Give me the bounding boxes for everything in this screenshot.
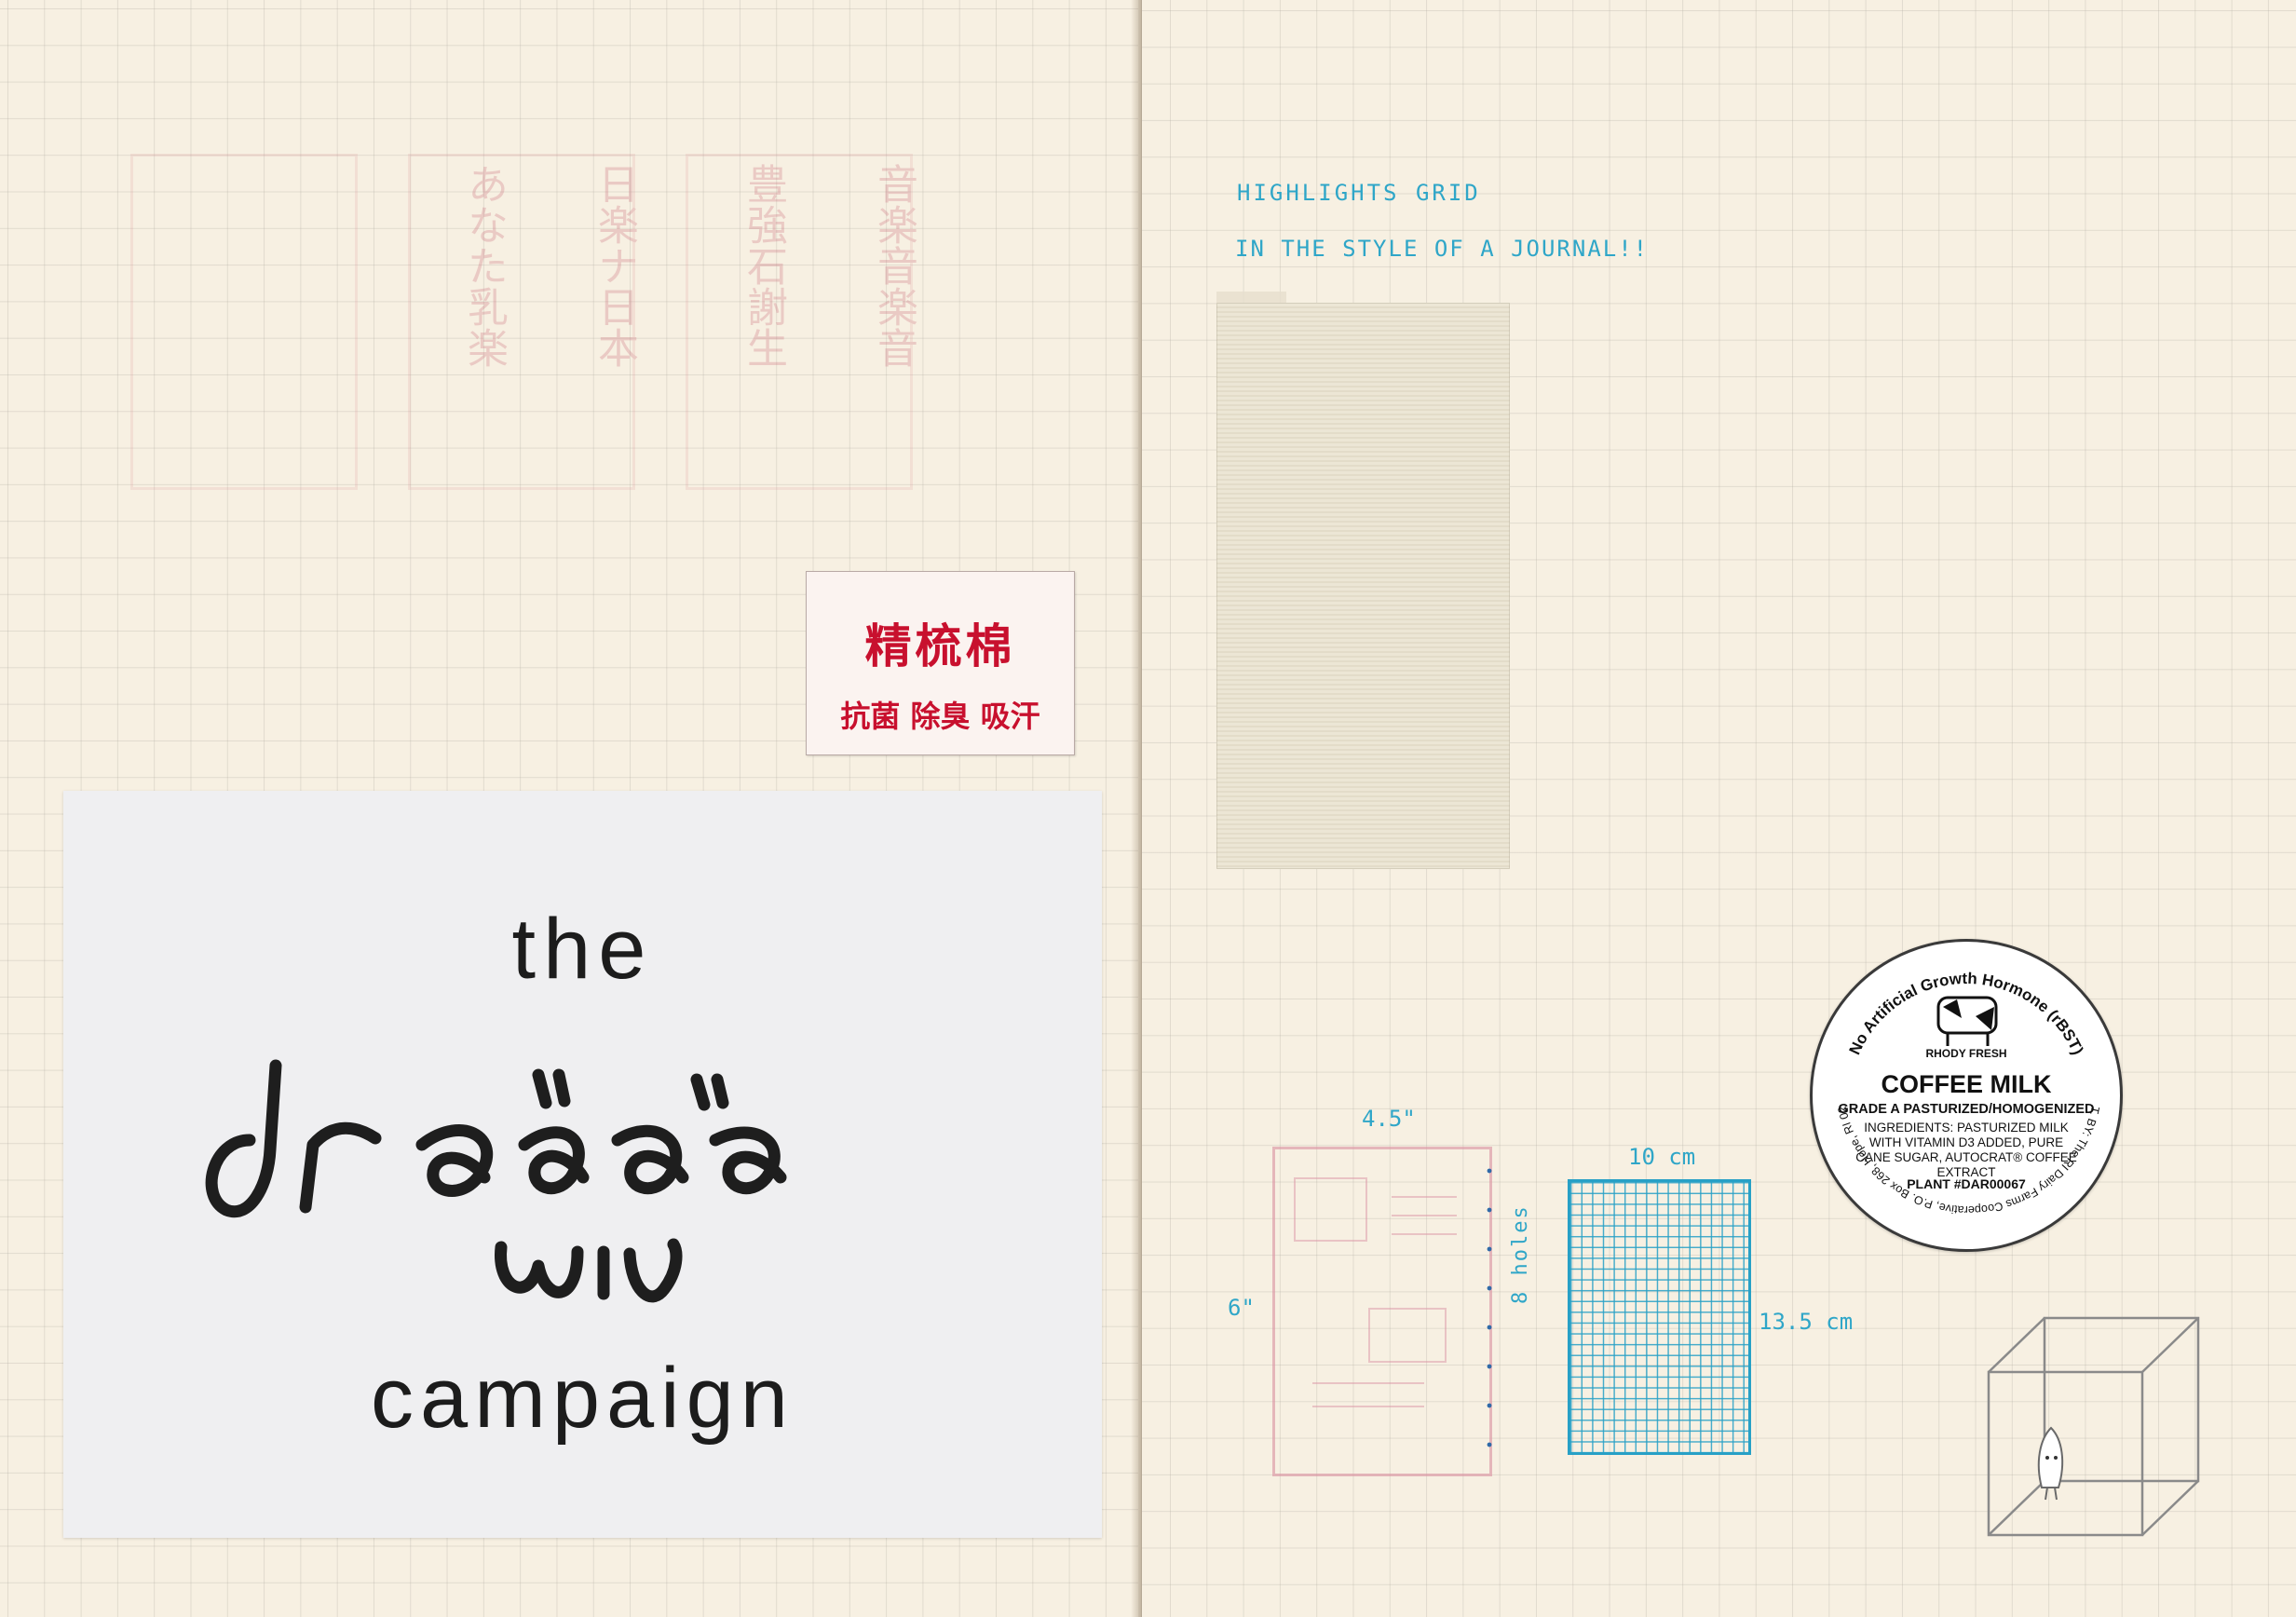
holes-label: 8 holes bbox=[1509, 1204, 1532, 1304]
tiny-character-icon bbox=[2037, 1426, 2064, 1501]
sticker-title: COFFEE MILK bbox=[1881, 1070, 2052, 1098]
heading-line-1: HIGHLIGHTS GRID bbox=[1237, 180, 1481, 206]
journal-spread: 音楽音楽音 豊強石謝生 日楽ナ日本 あなた乳楽 精梳棉 抗菌 除臭 吸汗 the bbox=[0, 0, 2296, 1617]
coffee-milk-sticker: No Artificial Growth Hormone (rBST) DIST… bbox=[1810, 939, 2123, 1252]
stamp-text-column: 豊強石謝生 bbox=[740, 163, 787, 368]
fabric-tape-swatch bbox=[1216, 303, 1510, 869]
binding-holes bbox=[1487, 1167, 1492, 1456]
grid-height-label: 13.5 cm bbox=[1759, 1309, 1854, 1335]
height-measure-label: 6" bbox=[1228, 1295, 1255, 1321]
campaign-card: the campaign bbox=[63, 791, 1102, 1538]
faded-stamp-area: 音楽音楽音 豊強石謝生 日楽ナ日本 あなた乳楽 bbox=[130, 154, 917, 490]
label-subtitle: 抗菌 除臭 吸汗 bbox=[840, 699, 1040, 734]
handwritten-logo bbox=[205, 1059, 787, 1303]
card-text-bottom: campaign bbox=[371, 1351, 795, 1446]
stamp-frame-left bbox=[130, 154, 358, 490]
heading-line-2: IN THE STYLE OF A JOURNAL!! bbox=[1235, 236, 1650, 262]
width-measure-label: 4.5" bbox=[1362, 1106, 1416, 1132]
sticker-grade: GRADE A PASTURIZED/HOMOGENIZED bbox=[1838, 1102, 2095, 1117]
stamp-text-column: あなた乳楽 bbox=[460, 163, 508, 368]
sticker-ingredients: INGREDIENTS: PASTURIZED MILK WITH VITAMI… bbox=[1855, 1121, 2077, 1179]
stamp-text-column: 音楽音楽音 bbox=[870, 163, 917, 368]
grid-width-label: 10 cm bbox=[1628, 1144, 1696, 1170]
cow-icon bbox=[1936, 996, 1998, 1046]
svg-text:RHODY FRESH: RHODY FRESH bbox=[1925, 1047, 2006, 1060]
stamp-text-column: 日楽ナ日本 bbox=[591, 163, 638, 368]
left-page: 音楽音楽音 豊強石謝生 日楽ナ日本 あなた乳楽 精梳棉 抗菌 除臭 吸汗 the bbox=[0, 0, 1138, 1617]
cotton-label-tag: 精梳棉 抗菌 除臭 吸汗 bbox=[806, 571, 1075, 755]
pink-measure-sketch bbox=[1272, 1147, 1492, 1476]
cube-sketch bbox=[1987, 1316, 2200, 1537]
blue-grid-sketch bbox=[1568, 1179, 1751, 1455]
sticker-plant-code: PLANT #DAR00067 bbox=[1907, 1176, 2026, 1191]
label-title: 精梳棉 bbox=[864, 619, 1016, 673]
card-text-top: the bbox=[511, 902, 654, 997]
